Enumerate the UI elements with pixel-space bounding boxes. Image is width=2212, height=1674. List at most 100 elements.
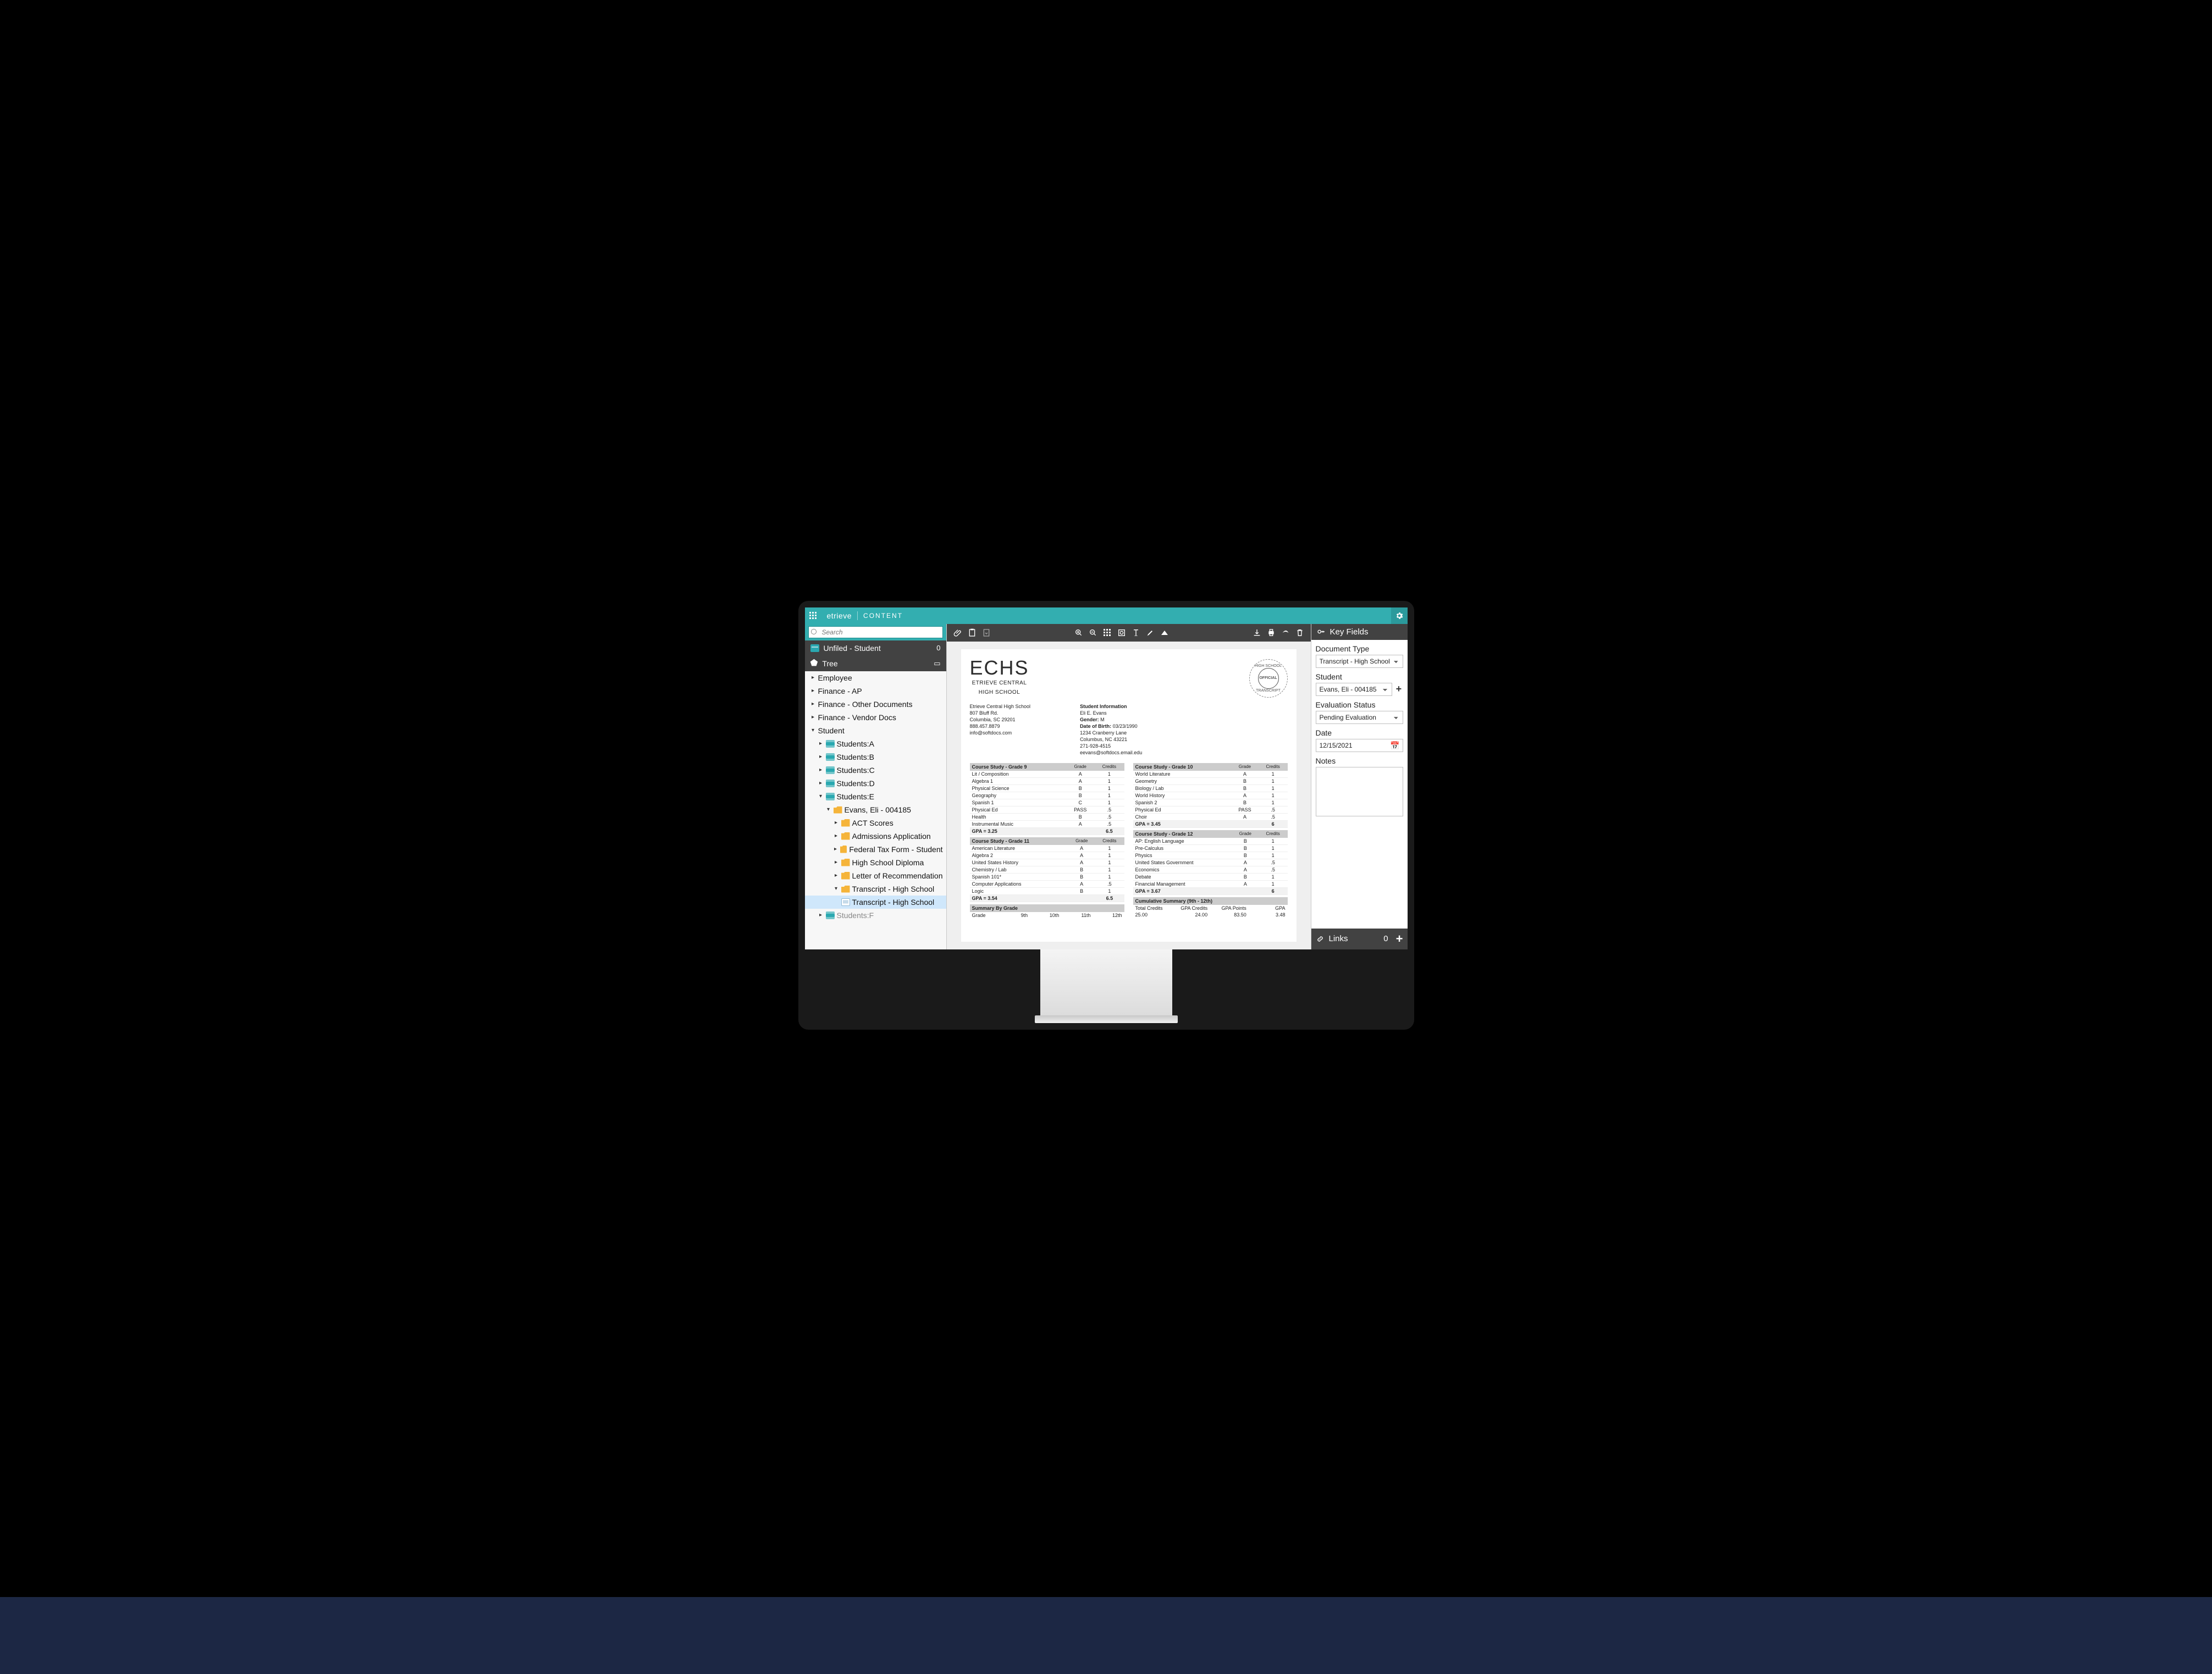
text-button[interactable] xyxy=(1130,627,1141,638)
brand-section: CONTENT xyxy=(863,612,903,620)
zoom-out-icon xyxy=(1089,628,1097,637)
date-input[interactable] xyxy=(1316,739,1403,752)
download-button[interactable] xyxy=(1251,627,1262,638)
tree-node-students-e[interactable]: ▾Students:E xyxy=(805,790,946,803)
tree-node-students-f[interactable]: ▸Students:F xyxy=(805,909,946,922)
thumbnails-button[interactable] xyxy=(1102,627,1113,638)
clipboard-icon xyxy=(968,628,977,637)
document-icon xyxy=(841,898,850,906)
tree-node-letter[interactable]: ▸Letter of Recommendation xyxy=(805,869,946,882)
notes-label: Notes xyxy=(1316,756,1403,765)
redact-icon xyxy=(1160,628,1169,637)
folder-icon xyxy=(840,846,847,853)
folder-open-icon xyxy=(834,806,842,814)
grid-icon xyxy=(1103,628,1112,637)
date-label: Date xyxy=(1316,728,1403,737)
tree-panel-header[interactable]: ⬟ Tree ▭ xyxy=(805,656,946,671)
zoom-in-icon xyxy=(1074,628,1083,637)
stamp-icon xyxy=(1117,628,1126,637)
attach-button[interactable] xyxy=(952,627,963,638)
tree-node-evans[interactable]: ▾Evans, Eli - 004185 xyxy=(805,803,946,816)
apps-grid-icon xyxy=(809,611,818,620)
trash-icon xyxy=(1295,628,1304,637)
grade-9-table: Course Study - Grade 9GradeCredits Lit /… xyxy=(970,763,1124,835)
share-button[interactable] xyxy=(1280,627,1291,638)
tree-node-students-d[interactable]: ▸Students:D xyxy=(805,777,946,790)
key-fields-panel: Key Fields Document Type Transcript - Hi… xyxy=(1311,624,1408,949)
official-seal: HIGH SCHOOL OFFICIAL TRANSCRIPT xyxy=(1249,659,1288,698)
eval-status-label: Evaluation Status xyxy=(1316,700,1403,709)
cabinet-icon xyxy=(826,766,835,774)
tree-node-diploma[interactable]: ▸High School Diploma xyxy=(805,856,946,869)
doc-type-select[interactable]: Transcript - High School xyxy=(1316,655,1403,668)
tree-node-act[interactable]: ▸ACT Scores xyxy=(805,816,946,830)
summary-header: Summary By Grade xyxy=(970,904,1124,912)
viewer-toolbar xyxy=(947,624,1311,642)
school-logo-sub2: HIGH SCHOOL xyxy=(970,689,1029,695)
unfiled-panel-header[interactable]: Unfiled - Student 0 xyxy=(805,640,946,656)
paperclip-icon xyxy=(953,628,962,637)
folder-icon xyxy=(841,819,850,827)
tree-node-employee[interactable]: ▸Employee xyxy=(805,671,946,684)
highlight-button[interactable] xyxy=(1145,627,1156,638)
highlighter-icon xyxy=(1146,628,1155,637)
tree-node-students-c[interactable]: ▸Students:C xyxy=(805,764,946,777)
settings-button[interactable] xyxy=(1391,607,1408,624)
tree-node-admissions[interactable]: ▸Admissions Application xyxy=(805,830,946,843)
student-select[interactable]: Evans, Eli - 004185 xyxy=(1316,683,1393,696)
tree-label: Tree xyxy=(822,659,837,668)
cabinet-icon xyxy=(826,780,835,787)
app-launcher-button[interactable] xyxy=(805,607,821,624)
tree-node-transcript-doc[interactable]: Transcript - High School xyxy=(805,896,946,909)
doc-type-label: Document Type xyxy=(1316,644,1403,653)
drawer-icon xyxy=(810,644,819,652)
tree-node-students-b[interactable]: ▸Students:B xyxy=(805,750,946,764)
share-icon xyxy=(1281,628,1290,637)
brand-name: etrieve xyxy=(827,611,852,620)
cabinet-icon xyxy=(826,740,835,748)
summary-columns: Grade9th10th11th12th xyxy=(970,912,1124,919)
tree-node-finance-vendor[interactable]: ▸Finance - Vendor Docs xyxy=(805,711,946,724)
tree-icon: ⬟ xyxy=(810,659,818,668)
school-info: Etrieve Central High School 807 Bluff Rd… xyxy=(970,703,1031,756)
zoom-in-button[interactable] xyxy=(1073,627,1084,638)
student-label: Student xyxy=(1316,672,1403,681)
link-icon xyxy=(1316,935,1325,943)
links-panel-header[interactable]: Links 0 + xyxy=(1311,929,1408,949)
tree-node-finance-other[interactable]: ▸Finance - Other Documents xyxy=(805,698,946,711)
document-page: ECHS ETRIEVE CENTRAL HIGH SCHOOL HIGH SC… xyxy=(961,649,1297,942)
cabinet-icon xyxy=(826,753,835,761)
tree-node-students-a[interactable]: ▸Students:A xyxy=(805,737,946,750)
grade-12-table: Course Study - Grade 12GradeCredits AP: … xyxy=(1133,830,1288,895)
add-student-button[interactable]: + xyxy=(1394,684,1403,694)
zoom-out-button[interactable] xyxy=(1088,627,1099,638)
stamp-button[interactable] xyxy=(1116,627,1127,638)
delete-button[interactable] xyxy=(1294,627,1305,638)
eval-status-select[interactable]: Pending Evaluation xyxy=(1316,711,1403,724)
download-icon xyxy=(1253,628,1261,637)
print-button[interactable] xyxy=(1266,627,1277,638)
key-icon xyxy=(1317,627,1326,636)
cumulative-values: 25.0024.0083.503.48 xyxy=(1133,911,1288,918)
tree-node-transcript-folder[interactable]: ▾Transcript - High School xyxy=(805,882,946,896)
tree-node-finance-ap[interactable]: ▸Finance - AP xyxy=(805,684,946,698)
links-count: 0 xyxy=(1383,934,1388,943)
unfiled-label: Unfiled - Student xyxy=(824,644,881,653)
tree-node-tax[interactable]: ▸Federal Tax Form - Student xyxy=(805,843,946,856)
text-icon xyxy=(1132,628,1140,637)
tree-toggle-icon: ▭ xyxy=(934,659,940,668)
redact-button[interactable] xyxy=(1159,627,1170,638)
paste-button[interactable] xyxy=(981,627,992,638)
folder-icon xyxy=(841,832,850,840)
notes-textarea[interactable] xyxy=(1316,767,1403,816)
cumulative-header: Cumulative Summary (9th - 12th) xyxy=(1133,897,1288,905)
unfiled-count: 0 xyxy=(936,644,940,652)
brand-separator xyxy=(857,611,858,620)
tree-body: ▸Employee ▸Finance - AP ▸Finance - Other… xyxy=(805,671,946,949)
sidebar: Unfiled - Student 0 ⬟ Tree ▭ ▸Employee ▸… xyxy=(805,624,947,949)
search-input[interactable] xyxy=(808,626,943,638)
copy-button[interactable] xyxy=(967,627,978,638)
add-link-button[interactable]: + xyxy=(1396,932,1403,946)
tree-node-student[interactable]: ▾Student xyxy=(805,724,946,737)
folder-icon xyxy=(841,872,850,880)
